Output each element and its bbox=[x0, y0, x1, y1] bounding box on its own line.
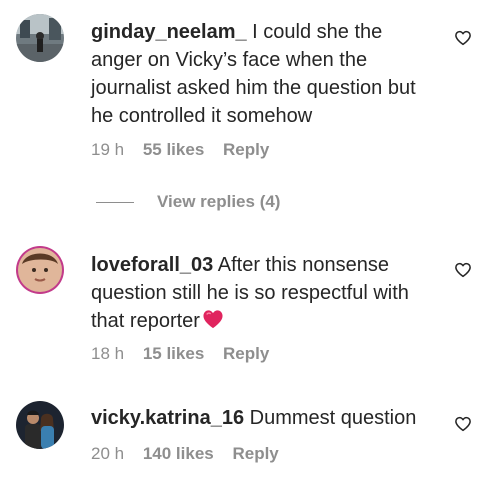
avatar-photo-couple-icon bbox=[16, 401, 64, 449]
like-heart-icon[interactable] bbox=[454, 415, 472, 433]
comment-likes[interactable]: 55 likes bbox=[143, 140, 204, 159]
comment-body: loveforall_03 After this nonsense questi… bbox=[91, 251, 431, 335]
comment-username[interactable]: loveforall_03 bbox=[91, 254, 213, 276]
comment-likes[interactable]: 140 likes bbox=[143, 444, 214, 463]
reply-button[interactable]: Reply bbox=[223, 140, 269, 159]
comment-time: 19 h bbox=[91, 140, 125, 159]
comment-time: 18 h bbox=[91, 344, 125, 363]
comment-username[interactable]: vicky.katrina_16 bbox=[91, 407, 244, 429]
reply-button[interactable]: Reply bbox=[232, 444, 278, 463]
comment-time: 20 h bbox=[91, 444, 125, 463]
reply-button[interactable]: Reply bbox=[223, 344, 269, 363]
like-heart-icon[interactable] bbox=[454, 261, 472, 279]
avatar[interactable] bbox=[16, 401, 64, 449]
view-replies-row[interactable]: View replies (4) bbox=[96, 190, 280, 214]
avatar[interactable] bbox=[16, 14, 64, 62]
comment-body: ginday_neelam_ I could she the anger on … bbox=[91, 18, 431, 130]
like-heart-icon[interactable] bbox=[454, 29, 472, 47]
comment-username[interactable]: ginday_neelam_ bbox=[91, 21, 247, 43]
comment-text: Dummest question bbox=[244, 407, 417, 429]
comment-meta: 19 h 55 likes Reply bbox=[91, 140, 283, 160]
avatar[interactable] bbox=[16, 246, 64, 294]
avatar-photo-street-icon bbox=[16, 14, 64, 62]
comment-meta: 18 h 15 likes Reply bbox=[91, 344, 283, 364]
view-replies-button[interactable]: View replies (4) bbox=[157, 192, 280, 212]
red-heart-emoji-icon bbox=[203, 310, 223, 329]
comment-meta: 20 h 140 likes Reply bbox=[91, 444, 293, 464]
avatar-photo-portrait-icon bbox=[16, 246, 64, 294]
comment-body: vicky.katrina_16 Dummest question bbox=[91, 404, 431, 432]
replies-divider bbox=[96, 201, 134, 203]
comment-likes[interactable]: 15 likes bbox=[143, 344, 204, 363]
